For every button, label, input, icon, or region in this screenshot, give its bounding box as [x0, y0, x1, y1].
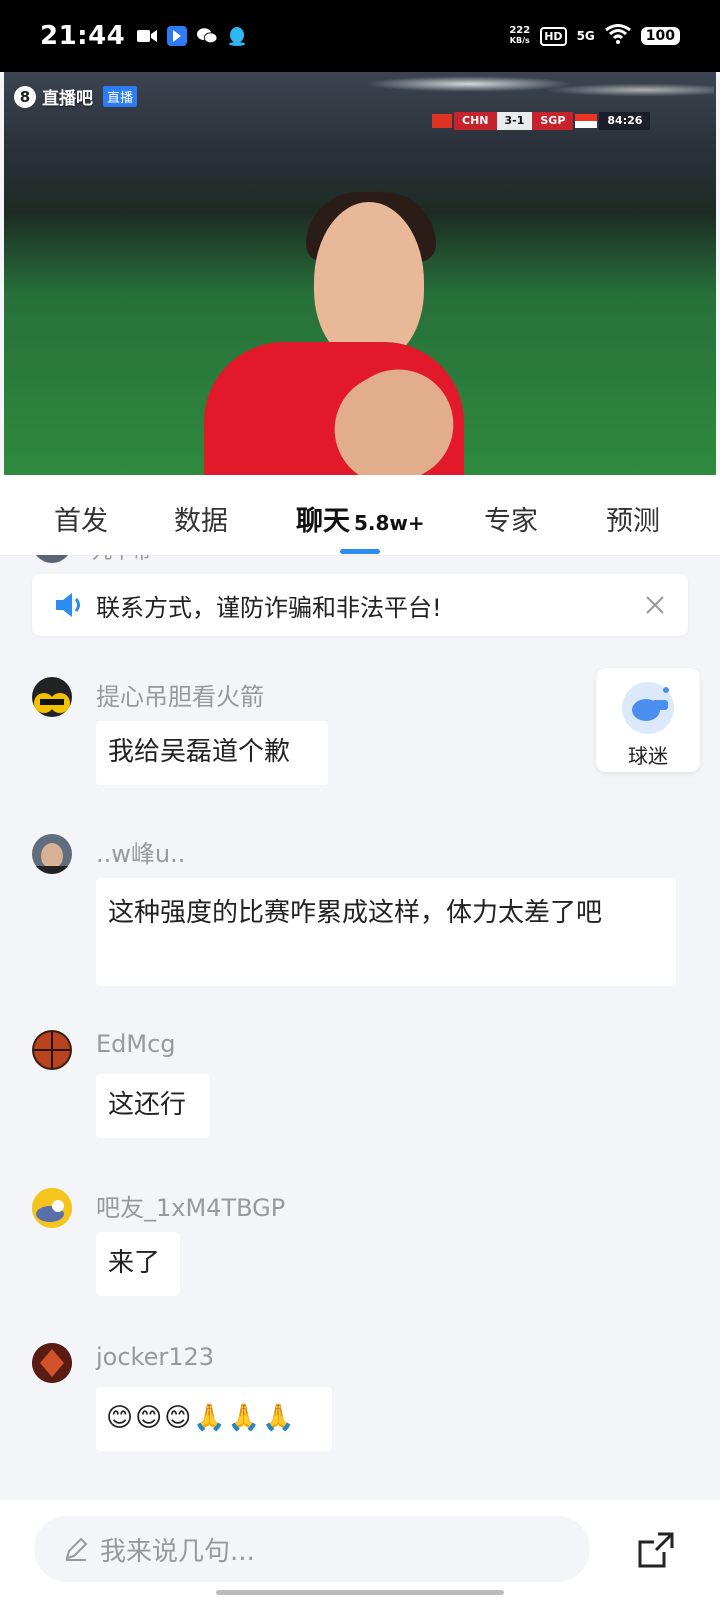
tab-chat[interactable]: 聊天 5.8w+	[296, 499, 425, 538]
active-tab-indicator	[340, 549, 380, 554]
comment-input[interactable]: 我来说几句...	[34, 1516, 590, 1582]
video-camera-icon	[137, 26, 158, 46]
battery-indicator: 100	[640, 27, 680, 45]
avatar[interactable]	[32, 555, 72, 563]
message-bubble[interactable]: 😊😊😊🙏🙏🙏	[96, 1387, 332, 1451]
username[interactable]: 吧友_1xM4TBGP	[96, 1188, 285, 1223]
match-score: 3-1	[496, 112, 533, 130]
chat-count: 5.8w+	[354, 511, 425, 535]
tab-bar: 首发 数据 聊天 5.8w+ 专家 预测	[0, 475, 720, 556]
username: 九卞帝	[92, 555, 152, 564]
live-badge: 直播	[103, 86, 138, 107]
notification-icons	[137, 26, 247, 46]
avatar[interactable]	[32, 834, 72, 874]
singapore-flag-icon	[575, 114, 598, 128]
whistle-icon	[622, 682, 674, 734]
tab-experts[interactable]: 专家	[484, 499, 538, 538]
avatar[interactable]	[32, 677, 72, 717]
tab-stats[interactable]: 数据	[174, 499, 228, 538]
china-flag-icon	[432, 114, 452, 128]
message-bubble[interactable]: 这种强度的比赛咋累成这样，体力太差了吧	[96, 878, 676, 986]
list-item: 九卞帝	[32, 555, 152, 564]
pencil-icon	[65, 1537, 88, 1561]
app-icon-blue	[167, 26, 188, 46]
close-icon[interactable]	[642, 592, 668, 618]
fan-club-button[interactable]: 球迷	[596, 668, 700, 772]
avatar[interactable]	[32, 1188, 72, 1228]
zhibo8-logo: 8 直播吧 直播	[14, 84, 138, 109]
scam-warning-notice: 联系方式，谨防诈骗和非法平台!	[32, 574, 688, 636]
message-bubble[interactable]: 我给吴磊道个歉	[96, 721, 328, 785]
message-bubble[interactable]: 这还行	[96, 1074, 210, 1138]
avatar[interactable]	[32, 1343, 72, 1383]
username[interactable]: ..w峰u..	[96, 834, 185, 869]
tab-lineup[interactable]: 首发	[54, 499, 108, 538]
scoreboard: CHN 3-1 SGP 84:26	[432, 112, 651, 130]
share-icon[interactable]	[636, 1530, 676, 1570]
signal-5g-icon: 5G	[576, 29, 595, 43]
username[interactable]: 提心吊胆看火箭	[96, 677, 264, 712]
home-team: CHN	[454, 112, 497, 130]
hd-badge: HD	[540, 26, 567, 46]
avatar[interactable]	[32, 1030, 72, 1070]
message-bubble[interactable]: 来了	[96, 1232, 180, 1296]
stadium-lights	[364, 72, 714, 102]
username[interactable]: jocker123	[96, 1343, 214, 1371]
username[interactable]: EdMcg	[96, 1030, 176, 1058]
home-indicator[interactable]	[216, 1590, 504, 1595]
clock: 21:44	[40, 21, 126, 51]
video-player[interactable]: 8 直播吧 直播 CHN 3-1 SGP 84:26	[4, 72, 716, 475]
status-bar: 21:44 222 KB/s HD 5G 100	[0, 0, 720, 72]
away-team: SGP	[532, 112, 574, 130]
wifi-icon	[604, 24, 631, 48]
chat-list[interactable]: 九卞帝 联系方式，谨防诈骗和非法平台! 提心吊胆看火箭 我给吴磊道个歉 球迷	[0, 555, 720, 1500]
speaker-icon	[56, 593, 80, 617]
comment-bar: 我来说几句...	[0, 1500, 720, 1600]
network-speed: 222 KB/s	[509, 25, 531, 46]
qq-icon	[227, 26, 247, 46]
wechat-icon	[197, 26, 218, 46]
tab-predictions[interactable]: 预测	[606, 499, 660, 538]
match-clock: 84:26	[599, 112, 651, 130]
